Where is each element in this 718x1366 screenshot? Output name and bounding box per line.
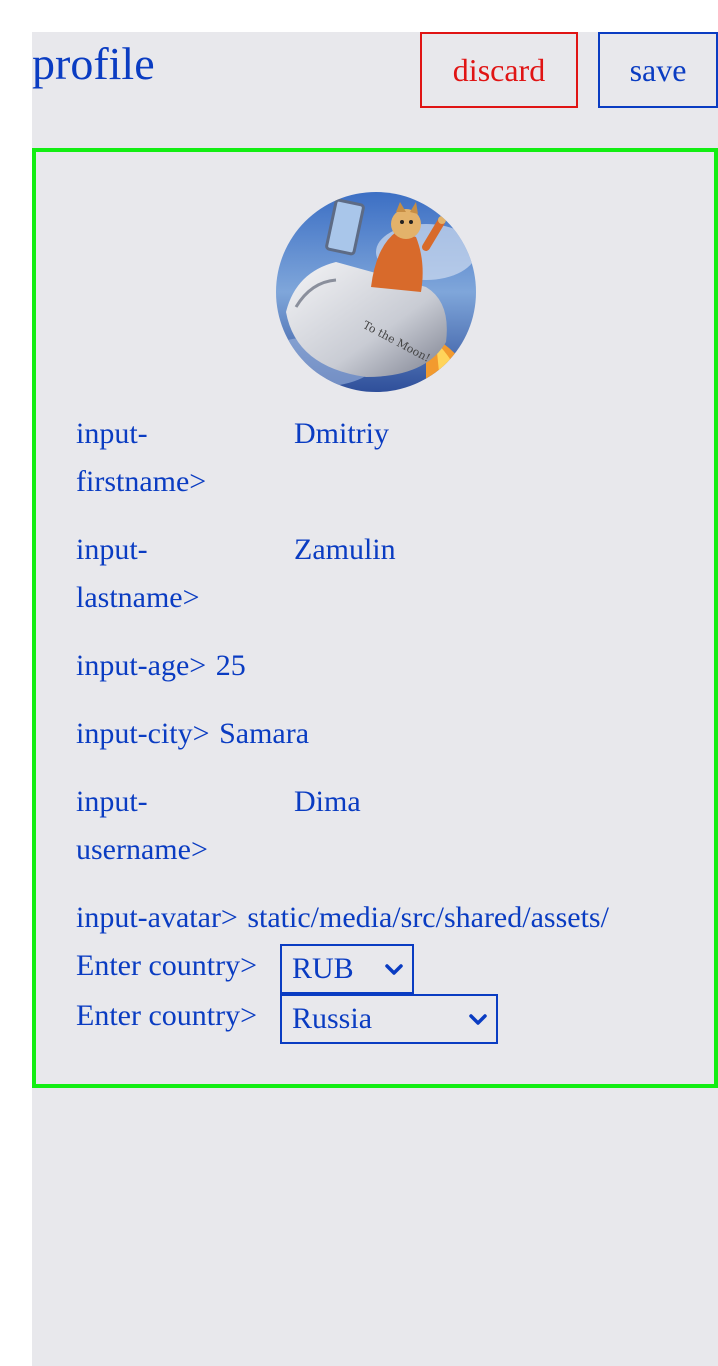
city-label: input-city> xyxy=(76,717,210,750)
currency-row: Enter country> xyxy=(76,942,257,990)
firstname-row: input-firstname> Dmitriy xyxy=(76,410,389,506)
currency-selected-value: RUB xyxy=(292,952,354,985)
lastname-input[interactable]: Zamulin xyxy=(294,526,396,574)
firstname-label: input-firstname> xyxy=(76,417,207,498)
lastname-label: input-lastname> xyxy=(76,533,200,614)
age-input[interactable]: 25 xyxy=(216,642,246,690)
country-label: Enter country> xyxy=(76,999,258,1032)
currency-select[interactable]: RUB xyxy=(280,944,414,994)
username-row: input-username> Dima xyxy=(76,778,361,874)
avatar-input[interactable]: static/media/src/shared/assets/ xyxy=(247,894,629,942)
save-button[interactable]: save xyxy=(598,32,718,108)
page-title: profile xyxy=(32,38,155,89)
lastname-row: input-lastname> Zamulin xyxy=(76,526,396,622)
chevron-down-icon xyxy=(385,964,403,975)
city-input[interactable]: Samara xyxy=(219,710,309,758)
avatar-row: input-avatar> static/media/src/shared/as… xyxy=(76,894,629,942)
avatar-label: input-avatar> xyxy=(76,901,238,934)
doge-rocket-avatar-icon: To the Moon! xyxy=(276,192,476,392)
username-label: input-username> xyxy=(76,785,208,866)
discard-button[interactable]: discard xyxy=(420,32,578,108)
age-row: input-age> 25 xyxy=(76,642,246,690)
chevron-down-icon xyxy=(469,1014,487,1025)
avatar: To the Moon! xyxy=(276,192,476,392)
age-label: input-age> xyxy=(76,649,207,682)
username-input[interactable]: Dima xyxy=(294,778,361,826)
firstname-input[interactable]: Dmitriy xyxy=(294,410,389,458)
currency-label: Enter country> xyxy=(76,949,258,982)
country-selected-value: Russia xyxy=(292,1002,373,1035)
city-row: input-city> Samara xyxy=(76,710,309,758)
country-select[interactable]: Russia xyxy=(280,994,498,1044)
country-row: Enter country> xyxy=(76,992,257,1040)
profile-card: To the Moon! input-firstname> Dmitriy inp… xyxy=(32,148,718,1088)
